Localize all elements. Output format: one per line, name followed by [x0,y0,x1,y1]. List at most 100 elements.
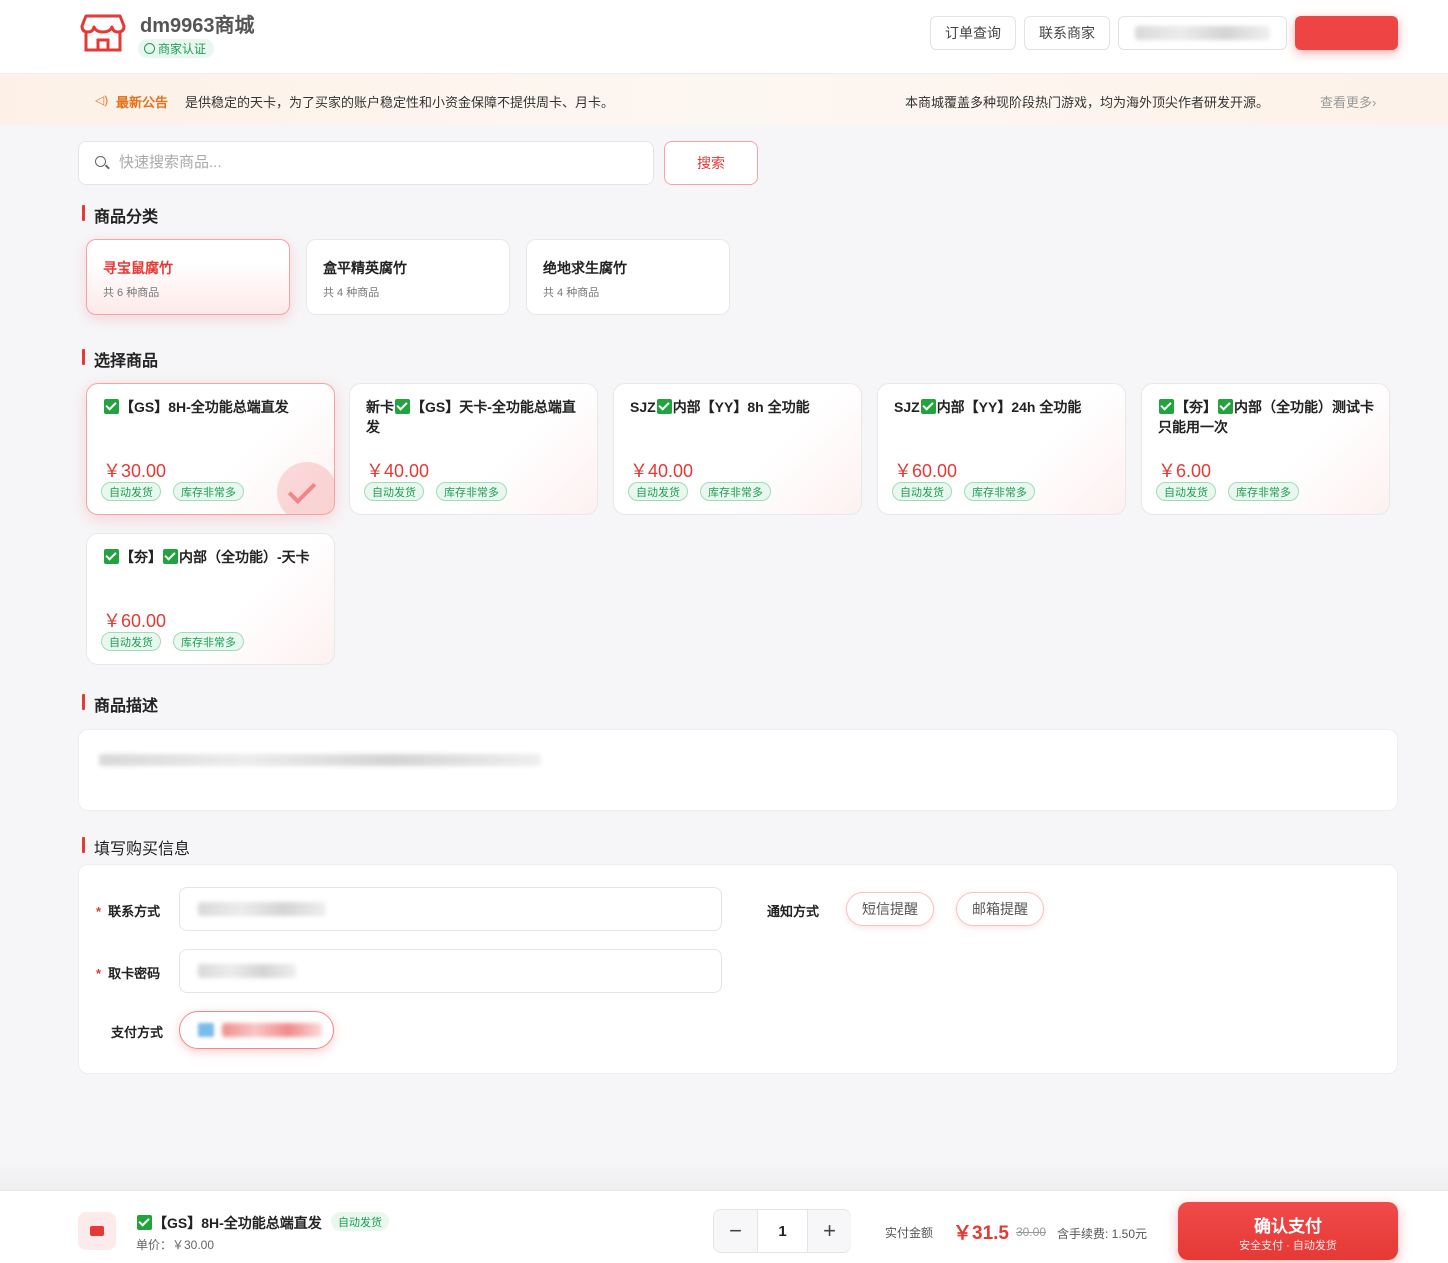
merchant-verified-badge: 商家认证 [138,39,215,58]
product-card[interactable]: 【夯】 内部（全功能）测试卡只能用一次 ￥6.00 自动发货 库存非常多 [1141,383,1390,515]
check-emoji-icon [137,1215,152,1230]
product-name-mid: 【夯】 [120,549,162,565]
quantity-value[interactable]: 1 [758,1210,807,1252]
redacted-payment-name [222,1023,322,1037]
order-query-button[interactable]: 订单查询 [930,16,1016,50]
notify-label: 通知方式 [767,904,820,919]
brand-name: dm9963商城 [140,15,255,37]
product-card[interactable]: 新卡 【GS】天卡-全功能总端直发 ￥40.00 自动发货 库存非常多 [349,383,598,515]
product-price: ￥60.00 [103,611,167,631]
product-thumbnail-icon [78,1212,116,1250]
product-price: ￥30.00 [103,461,167,481]
product-name: 【GS】8H-全功能总端直发 [103,397,321,417]
purchase-section-title: 填写购买信息 [82,835,190,859]
auto-delivery-tag: 自动发货 [1156,482,1216,501]
email-notify-button[interactable]: 邮箱提醒 [956,892,1044,926]
check-emoji-icon [1159,399,1174,414]
selected-product-name-text: 【GS】8H-全功能总端直发 [153,1215,322,1231]
product-card[interactable]: SJZ 内部【YY】8h 全功能 ￥40.00 自动发货 库存非常多 [613,383,862,515]
product-name-prefix: SJZ [894,399,920,415]
product-name-text: 内部（全功能）-天卡 [179,549,310,565]
user-account-button[interactable] [1118,16,1287,50]
payment-method-option[interactable] [179,1011,334,1049]
product-card-selected[interactable]: 【GS】8H-全功能总端直发 ￥30.00 自动发货 库存非常多 [86,383,335,515]
product-name: 新卡 【GS】天卡-全功能总端直发 [366,397,584,437]
product-name: 【夯】 内部（全功能）测试卡只能用一次 [1158,397,1376,437]
stock-tag: 库存非常多 [1228,482,1299,501]
check-emoji-icon [656,399,672,414]
payment-icon [198,1023,214,1037]
description-section-title: 商品描述 [82,692,158,716]
primary-action-button[interactable] [1295,16,1398,50]
original-price: 30.00 [1016,1225,1047,1239]
quantity-stepper: − 1 + [713,1209,851,1253]
auto-delivery-tag: 自动发货 [892,482,952,501]
category-card[interactable]: 寻宝鼠腐竹 共 6 种商品 [86,239,290,315]
contact-merchant-button[interactable]: 联系商家 [1024,16,1110,50]
product-name-text: 内部【YY】8h 全功能 [672,399,810,415]
stock-tag: 库存非常多 [964,482,1035,501]
category-name: 绝地求生腐竹 [543,260,627,276]
product-price: ￥40.00 [630,461,694,481]
product-card[interactable]: SJZ 内部【YY】24h 全功能 ￥60.00 自动发货 库存非常多 [877,383,1126,515]
products-section-title: 选择商品 [82,347,158,371]
category-name: 盒平精英腐竹 [323,260,407,276]
auto-delivery-tag: 自动发货 [628,482,688,501]
check-emoji-icon [163,549,178,564]
product-name: SJZ 内部【YY】24h 全功能 [894,397,1112,417]
auto-delivery-tag: 自动发货 [331,1212,389,1231]
announcement-tag: 最新公告 [116,95,169,110]
category-section-title: 商品分类 [82,203,158,227]
product-price: ￥6.00 [1158,461,1212,481]
required-mark: * [96,966,102,981]
confirm-pay-button[interactable]: 确认支付 安全支付 · 自动发货 [1178,1202,1398,1260]
category-card[interactable]: 盒平精英腐竹 共 4 种商品 [306,239,510,315]
auto-delivery-tag: 自动发货 [364,482,424,501]
announcement-text: 是供稳定的天卡，为了买家的账户稳定性和小资金保障不提供周卡、月卡。 [185,95,615,110]
unit-price: 单价：￥30.00 [136,1238,215,1252]
check-emoji-icon [395,399,410,414]
product-name: 【夯】 内部（全功能）-天卡 [103,547,321,567]
product-name-text: 内部【YY】24h 全功能 [936,399,1082,415]
category-count: 共 4 种商品 [543,287,600,299]
decrease-quantity-button[interactable]: − [714,1210,758,1252]
auto-delivery-tag: 自动发货 [101,632,161,651]
card-password-label: * 取卡密码 [96,963,160,982]
selected-product-name: 【GS】8H-全功能总端直发 [136,1213,322,1233]
redacted-account-text [1135,26,1270,40]
speaker-icon: ◁) [95,93,109,107]
category-name: 寻宝鼠腐竹 [103,260,173,276]
category-count: 共 4 种商品 [323,287,380,299]
product-price: ￥40.00 [366,461,430,481]
category-count: 共 6 种商品 [103,287,160,299]
increase-quantity-button[interactable]: + [807,1210,851,1252]
category-card[interactable]: 绝地求生腐竹 共 4 种商品 [526,239,730,315]
product-name-text: 【GS】8H-全功能总端直发 [120,399,289,415]
card-password-input[interactable] [179,949,722,993]
check-emoji-icon [1218,399,1233,414]
contact-label: * 联系方式 [96,901,160,920]
announcement-right-text: 本商城覆盖多种现阶段热门游戏，均为海外顶尖作者研发开源。 [905,95,1270,110]
auto-delivery-tag: 自动发货 [101,482,161,501]
product-card[interactable]: 【夯】 内部（全功能）-天卡 ￥60.00 自动发货 库存非常多 [86,533,335,665]
product-price: ￥60.00 [894,461,958,481]
search-input[interactable] [119,154,619,171]
required-mark: * [96,904,102,919]
contact-input[interactable] [179,887,722,931]
stock-tag: 库存非常多 [173,482,244,501]
search-button[interactable]: 搜索 [664,141,758,185]
confirm-pay-label: 确认支付 [1254,1217,1322,1236]
shield-check-icon [144,43,155,54]
redacted-description [99,754,541,766]
check-emoji-icon [104,549,119,564]
sms-notify-button[interactable]: 短信提醒 [846,892,934,926]
search-box[interactable] [78,141,654,185]
view-more-link[interactable]: 查看更多› [1320,92,1376,111]
check-emoji-icon [920,399,936,414]
redacted-password-value [198,964,296,978]
stock-tag: 库存非常多 [436,482,507,501]
stock-tag: 库存非常多 [700,482,771,501]
bottom-fade [0,1160,1448,1190]
product-name-mid: 【夯】 [1175,399,1217,415]
product-name-prefix: 新卡 [366,399,394,415]
